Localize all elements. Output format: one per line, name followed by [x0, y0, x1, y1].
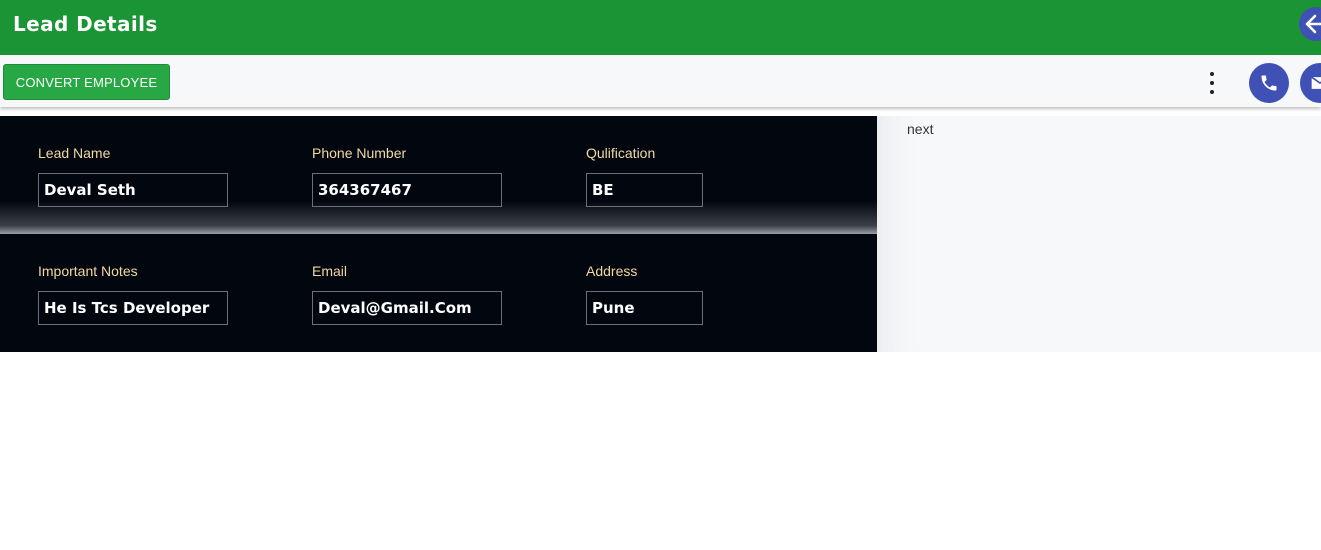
email-field[interactable]: Deval@Gmail.Com — [312, 291, 502, 325]
address-label: Address — [586, 263, 638, 279]
email-button[interactable] — [1300, 63, 1321, 103]
qualification-label: Qulification — [586, 145, 656, 161]
qualification-field[interactable]: BE — [586, 173, 703, 207]
lead-info-panel-row-2: Important Notes He Is Tcs Developer Emai… — [0, 234, 877, 352]
important-notes-field[interactable]: He Is Tcs Developer — [38, 291, 228, 325]
address-field[interactable]: Pune — [586, 291, 703, 325]
side-panel: next — [877, 116, 1321, 352]
email-label: Email — [312, 263, 348, 279]
phone-number-label: Phone Number — [312, 145, 407, 161]
next-text: next — [907, 121, 934, 137]
call-button[interactable] — [1249, 63, 1289, 103]
action-toolbar: CONVERT EMPLOYEE — [0, 56, 1321, 107]
phone-icon — [1261, 75, 1277, 91]
convert-employee-button[interactable]: CONVERT EMPLOYEE — [3, 64, 170, 100]
more-options-button[interactable] — [1200, 70, 1224, 96]
lead-info-panel-row-1: Lead Name Deval Seth Phone Number 364367… — [0, 116, 877, 234]
back-button[interactable] — [1299, 7, 1321, 41]
mail-icon — [1311, 76, 1321, 89]
arrow-left-icon — [1305, 14, 1321, 34]
more-vertical-icon — [1210, 72, 1214, 76]
important-notes-label: Important Notes — [38, 263, 138, 279]
phone-number-field[interactable]: 364367467 — [312, 173, 502, 207]
app-header: Lead Details — [0, 0, 1321, 55]
lead-name-label: Lead Name — [38, 145, 111, 161]
more-vertical-icon-dot — [1210, 90, 1214, 94]
page-title: Lead Details — [13, 12, 158, 36]
lead-name-field[interactable]: Deval Seth — [38, 173, 228, 207]
more-vertical-icon-dot — [1210, 81, 1214, 85]
